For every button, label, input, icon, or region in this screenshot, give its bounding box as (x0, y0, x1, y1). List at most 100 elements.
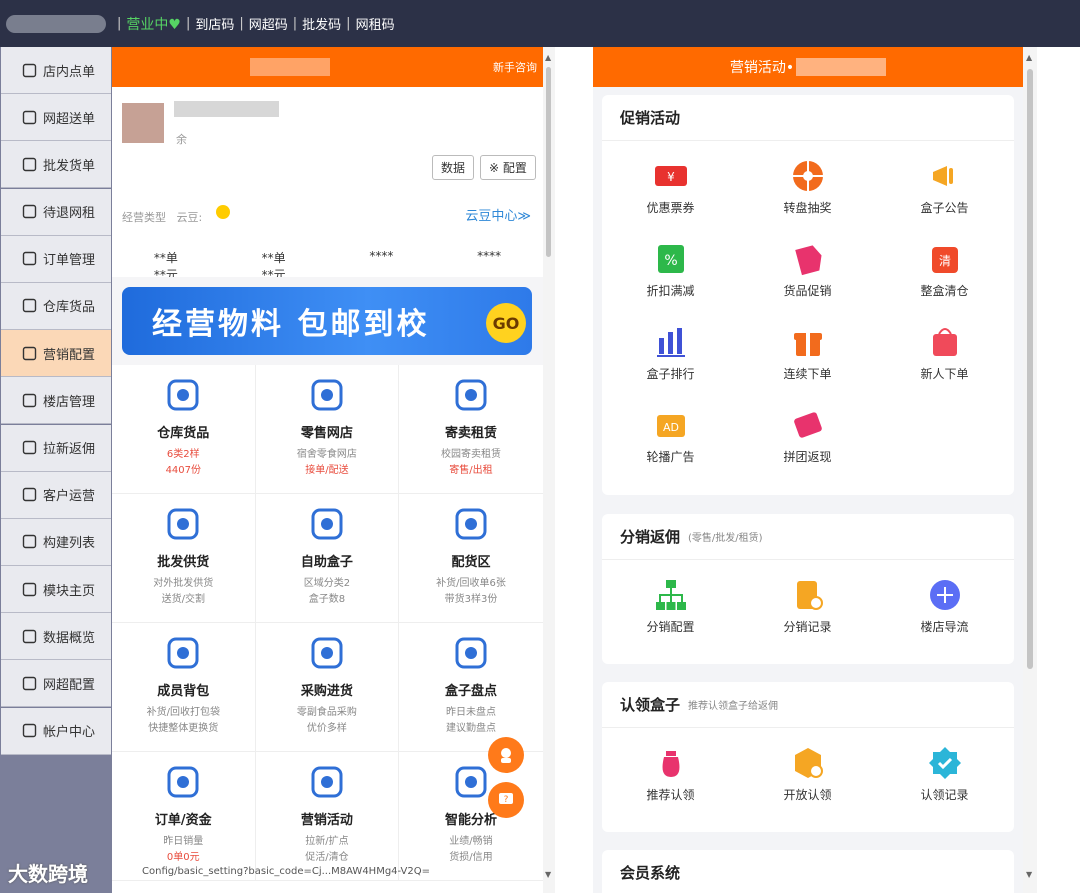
grid-item-sub2: 快捷整体更换货 (148, 723, 219, 734)
feedback-button[interactable]: ? (488, 782, 524, 818)
marketing-item-0-4[interactable]: 货品促销 (739, 234, 876, 317)
marketing-item-label: 开放认领 (783, 788, 832, 802)
marketing-item-0-10[interactable]: 拼团返现 (739, 400, 876, 483)
svg-text:AD: AD (663, 421, 679, 434)
customer-service-button[interactable] (488, 737, 524, 773)
banner-text: 经营物料 包邮到校 (152, 307, 430, 342)
discount-icon: % (651, 239, 691, 279)
badge-check-icon (925, 743, 965, 783)
marketing-item-2-1[interactable]: 开放认领 (739, 738, 876, 821)
sidebar-item-6[interactable]: 营销配置 (1, 330, 111, 378)
marketing-item-label: 拼团返现 (783, 450, 832, 464)
grid-item-sub1: 补货/回收单6张 (436, 578, 506, 589)
link-store-code[interactable]: 到店码 (195, 14, 234, 33)
coupon-icon: ¥ (651, 156, 691, 196)
grid-item-sub1: 零副食品采购 (296, 707, 357, 718)
sidebar-item-14[interactable]: 帐户中心 (1, 707, 111, 755)
marketing-icon (21, 345, 38, 362)
marketing-item-0-7[interactable]: 连续下单 (739, 317, 876, 400)
grid-item-3-2[interactable]: 智能分析 业绩/畅销 货损/信用 (399, 752, 543, 880)
help-link[interactable]: 新手咨询 (493, 59, 537, 75)
preview-scrollbar[interactable]: ▲ ▼ (543, 47, 555, 893)
sidebar-item-4[interactable]: 订单管理 (1, 235, 111, 283)
grid-item-0-0[interactable]: 仓库货品 6类2样 4407份 (112, 365, 256, 493)
sidebar-item-label: 仓库货品 (43, 300, 96, 316)
marketing-scroll-thumb[interactable] (1027, 69, 1033, 669)
marketing-item-0-1[interactable]: 转盘抽奖 (739, 151, 876, 234)
marketing-item-2-2[interactable]: 认领记录 (876, 738, 1013, 821)
marketing-item-label: 转盘抽奖 (783, 201, 832, 215)
sidebar-item-9[interactable]: 客户运营 (1, 471, 111, 519)
link-wholesale-code[interactable]: 批发码 (302, 14, 341, 33)
grid-item-2-0[interactable]: 成员背包 补货/回收打包袋 快捷整体更换货 (112, 623, 256, 751)
section-title: 会员系统 (602, 850, 1014, 893)
sidebar-item-11[interactable]: 模块主页 (1, 566, 111, 614)
marketing-item-1-0[interactable]: 分销配置 (602, 570, 739, 653)
grid-item-1-2[interactable]: 配货区 补货/回收单6张 带货3样3份 (399, 494, 543, 622)
grid-item-title: 采购进货 (300, 684, 353, 699)
sidebar-item-10[interactable]: 构建列表 (1, 518, 111, 566)
marketing-header-title: 营销活动• (729, 60, 795, 76)
grid-item-1-0[interactable]: 批发供货 对外批发供货 送货/交割 (112, 494, 256, 622)
coin-center-link[interactable]: 云豆中心≫ (465, 205, 531, 224)
grid-item-sub1: 区域分类2 (303, 578, 351, 589)
marketing-item-label: 优惠票券 (646, 201, 695, 215)
grid-item-sub1: 昨日销量 (163, 836, 204, 847)
stat-top: **单 (153, 251, 178, 265)
sidebar-item-1[interactable]: 网超送单 (1, 94, 111, 142)
headset-icon (501, 748, 511, 763)
marketing-item-0-8[interactable]: 新人下单 (876, 317, 1013, 400)
grid-item-sub2: 货损/信用 (449, 852, 493, 863)
business-status[interactable]: 营业中♥ (126, 14, 181, 34)
link-market-code[interactable]: 网超码 (249, 14, 288, 33)
sidebar-item-7[interactable]: 楼店管理 (1, 377, 111, 425)
sidebar-item-0[interactable]: 店内点单 (1, 47, 111, 94)
grid-item-1-1[interactable]: 自助盒子 区域分类2 盒子数8 (256, 494, 400, 622)
marketing-item-label: 楼店导流 (920, 620, 969, 634)
sidebar-item-5[interactable]: 仓库货品 (1, 282, 111, 330)
grid-item-3-0[interactable]: 订单/资金 昨日销量 0单0元 (112, 752, 256, 880)
marketing-item-label: 认领记录 (920, 788, 969, 802)
marketing-item-2-0[interactable]: 推荐认领 (602, 738, 739, 821)
section-title: 分销返佣 (零售/批发/租赁) (602, 514, 1014, 560)
grid-item-sub1: 校园寄卖租赁 (440, 449, 501, 460)
sidebar-item-12[interactable]: 数据概览 (1, 613, 111, 661)
preview-scroll-thumb[interactable] (546, 67, 551, 257)
grid-item-0-2[interactable]: 寄卖租赁 校园寄卖租赁 寄售/出租 (399, 365, 543, 493)
marketing-item-0-0[interactable]: ¥ 优惠票券 (602, 151, 739, 234)
marketing-scrollbar[interactable]: ▲ ▼ (1023, 47, 1037, 893)
grid-item-2-2[interactable]: 盒子盘点 昨日未盘点 建议勤盘点 (399, 623, 543, 751)
data-button[interactable]: 数据 (432, 155, 475, 180)
marketing-item-0-2[interactable]: 盒子公告 (876, 151, 1013, 234)
sidebar-item-3[interactable]: 待退网租 (1, 188, 111, 236)
sidebar-item-8[interactable]: 拉新返佣 (1, 424, 111, 472)
analysis-icon (451, 762, 491, 802)
marketing-item-0-6[interactable]: 盒子排行 (602, 317, 739, 400)
marketing-item-0-9[interactable]: AD 轮播广告 (602, 400, 739, 483)
account-icon (21, 722, 38, 739)
link-rent-code[interactable]: 网租码 (356, 14, 395, 33)
grid-item-2-1[interactable]: 采购进货 零副食品采购 优价多样 (256, 623, 400, 751)
grid-item-sub2: 0单0元 (166, 852, 200, 863)
grid-item-0-1[interactable]: 零售网店 宿舍零食网店 接单/配送 (256, 365, 400, 493)
function-grid: 仓库货品 6类2样 4407份 零售网店 宿舍零食网店 接单/配送 寄卖租赁 校园寄… (112, 365, 543, 881)
marketing-item-1-2[interactable]: 楼店导流 (876, 570, 1013, 653)
marketing-item-0-3[interactable]: % 折扣满减 (602, 234, 739, 317)
grid-row: 仓库货品 6类2样 4407份 零售网店 宿舍零食网店 接单/配送 寄卖租赁 校园寄… (112, 365, 543, 494)
marketing-item-1-1[interactable]: 分销记录 (739, 570, 876, 653)
marketing-item-label: 分销配置 (646, 620, 695, 634)
avatar (122, 103, 164, 143)
store-title-blurred (250, 58, 330, 76)
svg-text:清: 清 (938, 254, 950, 268)
stat-top: **** (369, 249, 394, 263)
grid-item-3-1[interactable]: 营销活动 拉新/扩点 促活/清仓 (256, 752, 400, 880)
marketing-header-blurred (796, 58, 887, 76)
sidebar-item-13[interactable]: 网超配置 (1, 660, 111, 708)
box-icon (307, 504, 347, 544)
sidebar-item-label: 网超配置 (43, 677, 96, 693)
promo-banner[interactable]: 经营物料 包邮到校 GO (122, 287, 532, 355)
sidebar-item-2[interactable]: 批发货单 (1, 141, 111, 189)
marketing-item-0-5[interactable]: 清整盒清仓 (876, 234, 1013, 317)
section-1: 分销返佣 (零售/批发/租赁) 分销配置 分销记录 楼店导流 (602, 514, 1014, 664)
config-button[interactable]: ※ 配置 (480, 155, 536, 180)
